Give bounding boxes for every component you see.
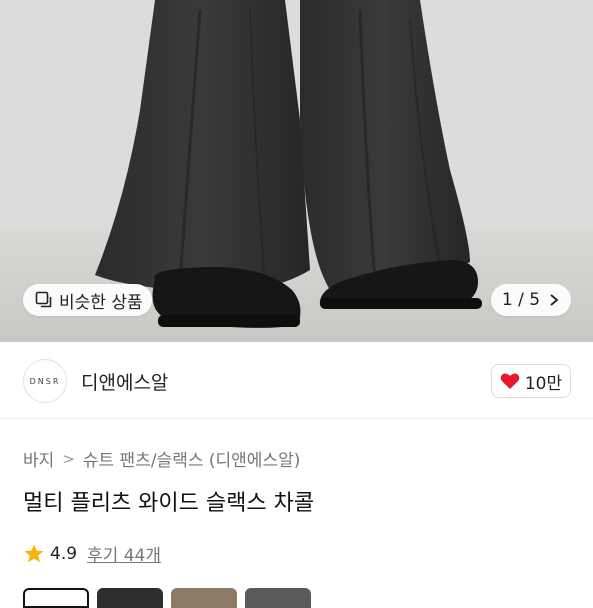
chevron-right-icon (550, 294, 559, 306)
star-icon (24, 543, 44, 562)
color-thumbnails (23, 588, 311, 608)
similar-icon (35, 291, 52, 308)
like-count: 10만 (524, 373, 563, 394)
color-thumbnail[interactable] (23, 588, 89, 608)
similar-products-button[interactable]: 비슷한 상품 (23, 284, 152, 316)
similar-products-label: 비슷한 상품 (59, 292, 143, 313)
seller-logo[interactable]: DNSR (23, 359, 67, 403)
rating-row: 4.9 후기 44개 (23, 541, 161, 566)
seller-name[interactable]: 디앤에스알 (81, 368, 168, 395)
rating-score: 4.9 (50, 543, 78, 564)
breadcrumb-item-pants[interactable]: 바지 (23, 446, 54, 471)
breadcrumb: 바지 > 슈트 팬츠/슬랙스 (디앤에스알) (23, 446, 300, 472)
color-thumbnail[interactable] (97, 588, 163, 608)
product-image[interactable]: 비슷한 상품 1 / 5 (0, 0, 593, 342)
color-thumbnail[interactable] (245, 588, 311, 608)
heart-icon (500, 373, 520, 389)
image-pager-count: 1 / 5 (501, 290, 541, 310)
reviews-link[interactable]: 후기 44개 (87, 541, 161, 566)
image-pager[interactable]: 1 / 5 (491, 284, 571, 316)
breadcrumb-item-slacks[interactable]: 슈트 팬츠/슬랙스 (디앤에스알) (83, 446, 300, 471)
color-thumbnail[interactable] (171, 588, 237, 608)
chevron-right-icon: > (62, 449, 75, 468)
like-button[interactable]: 10만 (491, 364, 571, 398)
product-title: 멀티 플리츠 와이드 슬랙스 차콜 (23, 491, 315, 516)
seller-logo-text: DNSR (29, 376, 61, 386)
